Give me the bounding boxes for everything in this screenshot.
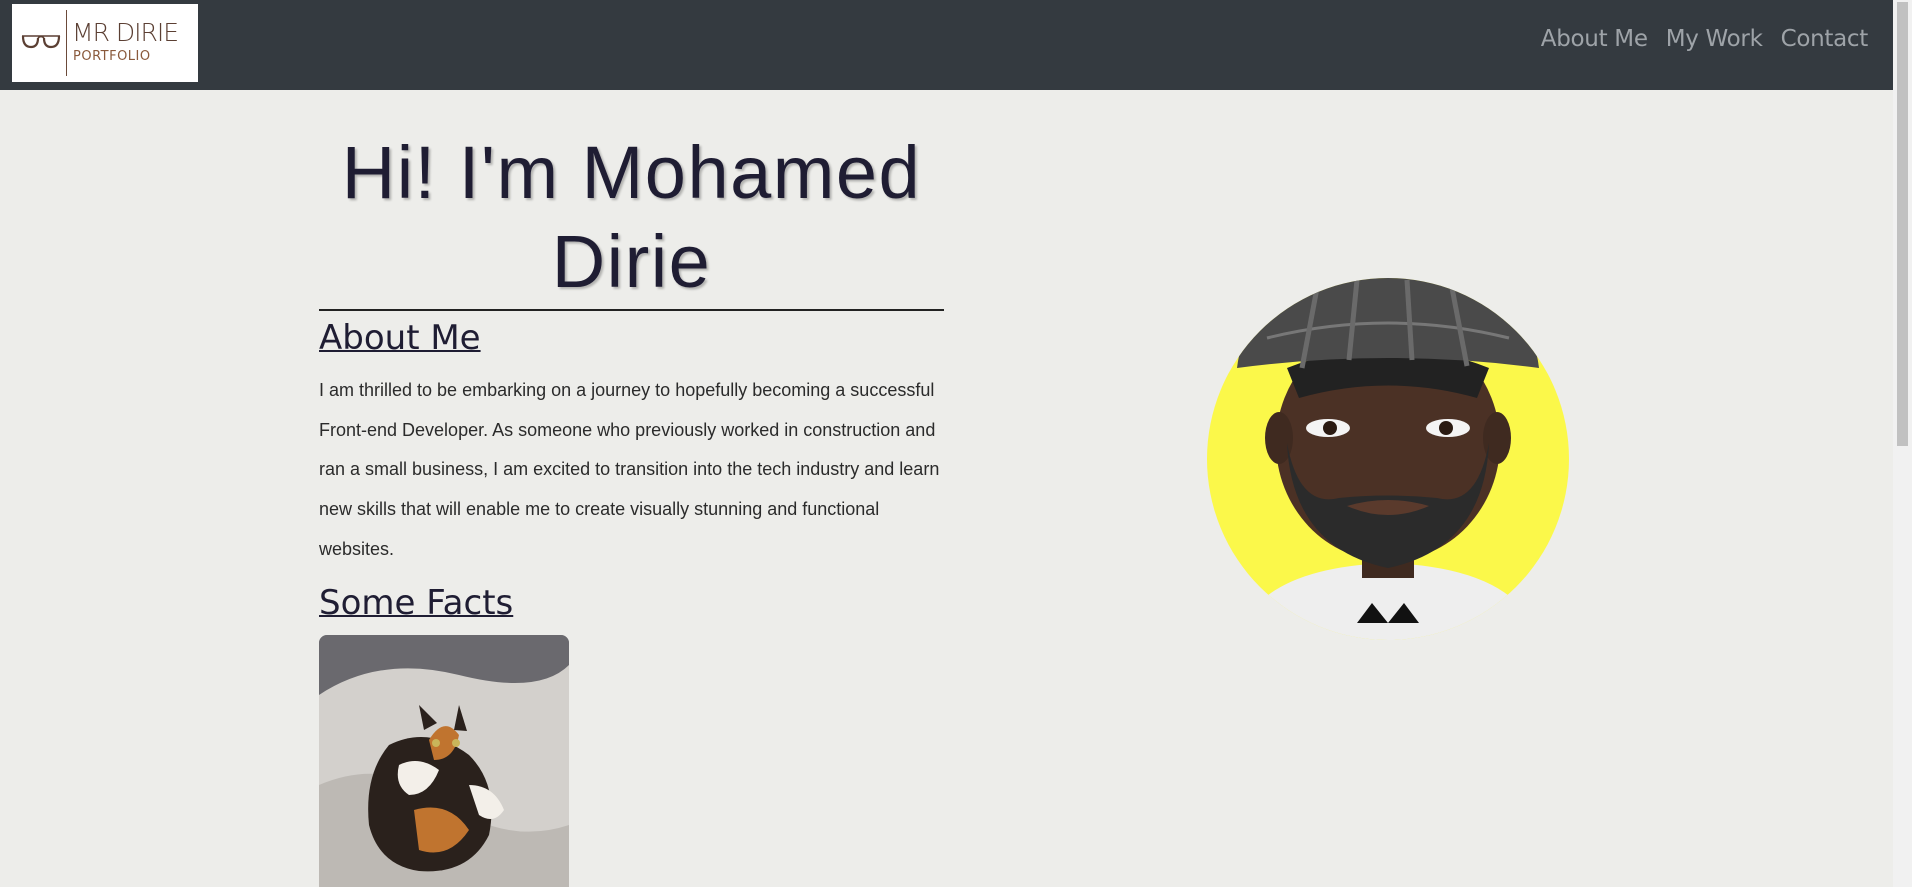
nav-link-about-me[interactable]: About Me [1541,26,1648,52]
nav-links: About Me My Work Contact [1541,26,1869,52]
scrollbar-thumb[interactable] [1897,2,1908,446]
profile-avatar [1207,278,1569,640]
hero-title: Hi! I'm Mohamed Dirie [341,131,922,303]
site-logo[interactable]: MR DIRIE PORTFOLIO [12,4,198,82]
nav-link-contact[interactable]: Contact [1781,26,1869,52]
logo-divider [66,10,67,76]
page-scrollbar[interactable] [1893,0,1912,887]
logo-subtitle: PORTFOLIO [73,49,151,64]
hero-divider [319,309,944,311]
some-facts-heading: Some Facts [319,583,514,623]
nav-link-my-work[interactable]: My Work [1666,26,1763,52]
about-me-heading: About Me [319,318,481,358]
cat-photo [319,635,569,887]
about-me-text: I am thrilled to be embarking on a journ… [319,380,940,559]
logo-title: MR DIRIE [72,18,179,47]
glasses-icon [21,35,61,49]
navbar: MR DIRIE PORTFOLIO About Me My Work Cont… [0,0,1893,90]
